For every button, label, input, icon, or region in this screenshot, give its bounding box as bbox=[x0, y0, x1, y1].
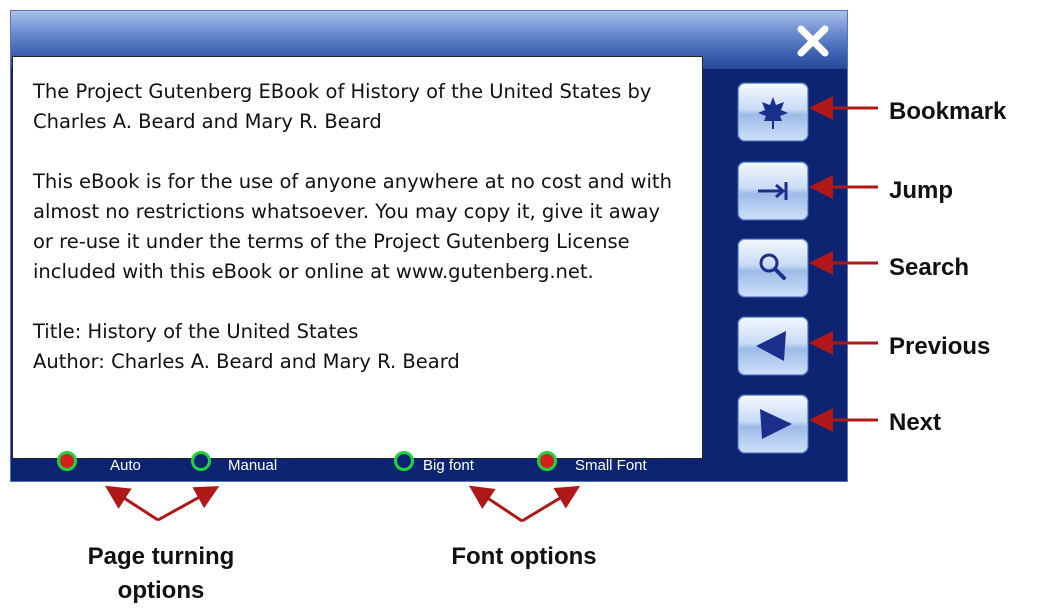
font-arrow-right bbox=[521, 485, 581, 523]
callout-bookmark: Bookmark bbox=[889, 98, 1007, 125]
callout-jump: Jump bbox=[889, 177, 954, 204]
callout-next: Next bbox=[889, 409, 942, 436]
callout-previous: Previous bbox=[889, 333, 991, 360]
caption-page-turning: Page turning options bbox=[87, 543, 235, 604]
page-turning-arrow-left bbox=[104, 485, 159, 522]
caption-font-options: Font options bbox=[451, 543, 597, 570]
page-turning-arrow-right bbox=[157, 486, 220, 522]
annotation-arrows bbox=[104, 96, 878, 523]
font-arrow-left bbox=[469, 485, 523, 523]
callout-search: Search bbox=[889, 254, 970, 281]
